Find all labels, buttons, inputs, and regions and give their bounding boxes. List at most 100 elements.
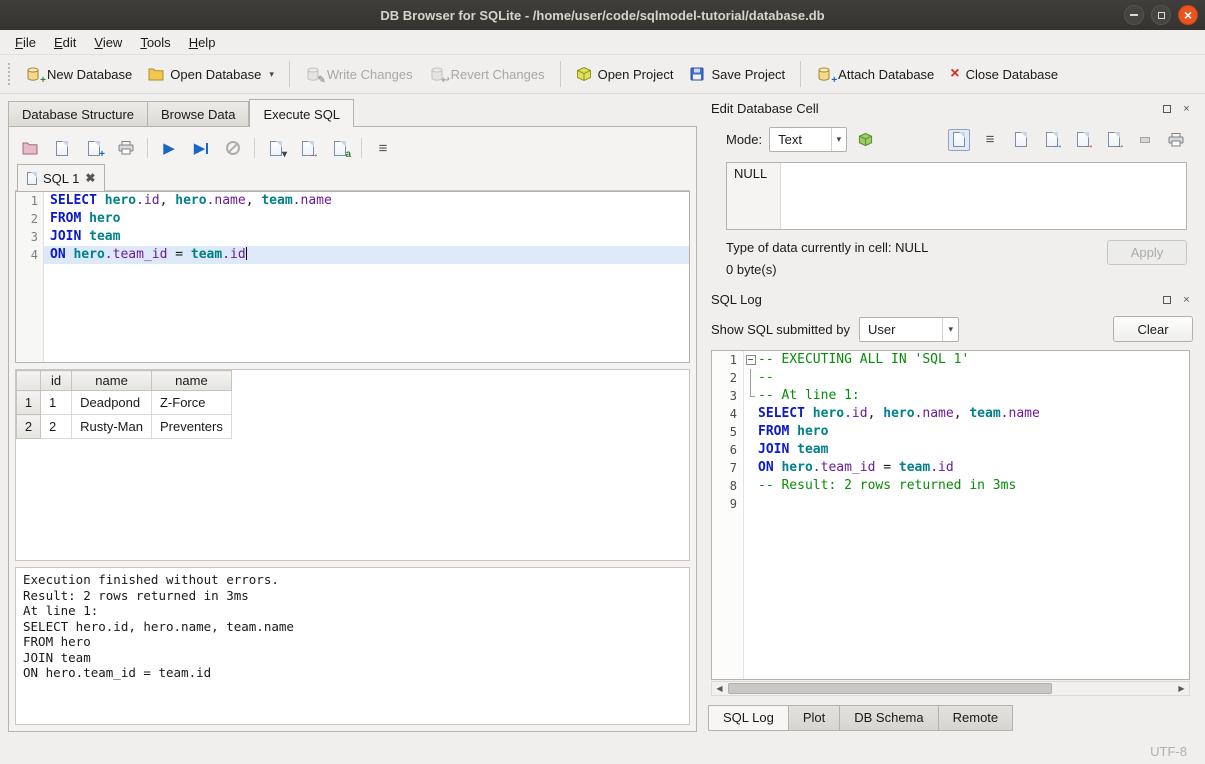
column-header-name2[interactable]: name bbox=[151, 371, 231, 391]
word-wrap-button[interactable]: ≡ bbox=[372, 137, 394, 159]
open-new-tab-icon: ▾ bbox=[270, 141, 282, 156]
chevron-down-icon: ▾ bbox=[831, 128, 847, 151]
encoding-indicator[interactable]: UTF-8 bbox=[1150, 744, 1187, 759]
horizontal-scrollbar[interactable]: ◀ ▶ bbox=[711, 681, 1190, 696]
row-header[interactable]: 1 bbox=[17, 391, 41, 415]
column-header-name[interactable]: name bbox=[72, 371, 152, 391]
save-project-button[interactable]: Save Project bbox=[682, 62, 792, 86]
cell[interactable]: 2 bbox=[41, 415, 72, 439]
new-database-button[interactable]: + New Database bbox=[18, 62, 139, 86]
open-project-button[interactable]: Open Project bbox=[569, 62, 681, 86]
tab-execute-sql[interactable]: Execute SQL bbox=[249, 99, 354, 127]
titlebar[interactable]: DB Browser for SQLite - /home/user/code/… bbox=[0, 0, 1205, 30]
tab-plot[interactable]: Plot bbox=[789, 705, 840, 731]
main-tabs: Database Structure Browse Data Execute S… bbox=[8, 98, 697, 126]
tab-database-structure[interactable]: Database Structure bbox=[8, 101, 148, 126]
export-results-button[interactable]: → bbox=[297, 137, 319, 159]
open-database-button[interactable]: Open Database ▾ bbox=[141, 63, 281, 86]
tab-sql-log[interactable]: SQL Log bbox=[708, 705, 789, 731]
toolbar-separator bbox=[560, 61, 561, 87]
corner-header bbox=[17, 371, 41, 391]
cell[interactable]: 1 bbox=[41, 391, 72, 415]
execution-message[interactable]: Execution finished without errors. Resul… bbox=[15, 567, 690, 725]
scroll-right-icon[interactable]: ▶ bbox=[1174, 682, 1189, 695]
save-project-icon bbox=[689, 66, 705, 82]
export-cell-button[interactable]: → bbox=[1103, 129, 1125, 151]
menu-edit[interactable]: Edit bbox=[45, 33, 85, 52]
import-cell-button[interactable]: → bbox=[1072, 129, 1094, 151]
log-line: ON hero.team_id = team.id bbox=[744, 459, 1189, 477]
save-results-button[interactable]: a bbox=[329, 137, 351, 159]
open-file-cell-button[interactable] bbox=[1010, 129, 1032, 151]
word-wrap-cell-button[interactable]: ≡ bbox=[979, 129, 1001, 151]
sql-tab[interactable]: SQL 1 ✖ bbox=[17, 164, 105, 191]
cell[interactable]: Preventers bbox=[151, 415, 231, 439]
column-header-id[interactable]: id bbox=[41, 371, 72, 391]
toolbar-separator bbox=[800, 61, 801, 87]
sql-log-view[interactable]: 1 2 3 4 5 6 7 8 9 -- EXECUTING ALL IN 'S… bbox=[711, 350, 1190, 680]
scrollbar-thumb[interactable] bbox=[728, 683, 1052, 694]
auto-switch-mode-button[interactable] bbox=[854, 129, 876, 151]
dock-float-button[interactable] bbox=[1159, 292, 1174, 307]
sql-toolbar-separator bbox=[147, 138, 148, 158]
revert-changes-button[interactable]: ↩ Revert Changes bbox=[422, 62, 552, 86]
open-new-tab-button[interactable]: ▾ bbox=[265, 137, 287, 159]
close-tab-icon[interactable]: ✖ bbox=[85, 171, 95, 185]
print-cell-button[interactable] bbox=[1165, 129, 1187, 151]
print-icon bbox=[118, 141, 134, 155]
set-null-button[interactable] bbox=[1134, 129, 1156, 151]
right-panel: Edit Database Cell × Mode: Text ▾ bbox=[706, 98, 1197, 732]
clear-log-button[interactable]: Clear bbox=[1113, 316, 1193, 342]
code-line-current: ON hero.team_id = team.id bbox=[44, 246, 689, 264]
fold-marker-icon[interactable] bbox=[744, 351, 758, 369]
save-sql-file-button[interactable] bbox=[51, 137, 73, 159]
log-code-area: -- EXECUTING ALL IN 'SQL 1' -- -- At lin… bbox=[744, 351, 1189, 679]
text-view-button[interactable] bbox=[948, 129, 970, 151]
pencil-icon: ✎ bbox=[318, 76, 326, 86]
cell[interactable]: Rusty-Man bbox=[72, 415, 152, 439]
edit-cell-dock-header: Edit Database Cell × bbox=[706, 98, 1197, 119]
menu-tools[interactable]: Tools bbox=[131, 33, 179, 52]
row-header[interactable]: 2 bbox=[17, 415, 41, 439]
cell[interactable]: Deadpond bbox=[72, 391, 152, 415]
execute-all-button[interactable]: ▶ bbox=[158, 137, 180, 159]
minimize-button[interactable] bbox=[1124, 5, 1144, 25]
attach-database-button[interactable]: + Attach Database bbox=[809, 62, 941, 86]
chevron-down-icon: ▾ bbox=[942, 318, 958, 341]
maximize-button[interactable] bbox=[1151, 5, 1171, 25]
save-sql-as-button[interactable]: + bbox=[83, 137, 105, 159]
save-cell-button[interactable]: → bbox=[1041, 129, 1063, 151]
menubar: File Edit View Tools Help bbox=[0, 30, 1205, 54]
scroll-left-icon[interactable]: ◀ bbox=[712, 682, 727, 695]
apply-button[interactable]: Apply bbox=[1107, 240, 1187, 265]
execute-current-line-button[interactable]: ▶ bbox=[190, 137, 212, 159]
menu-file[interactable]: File bbox=[6, 33, 45, 52]
app-window: DB Browser for SQLite - /home/user/code/… bbox=[0, 0, 1205, 764]
close-button[interactable]: × bbox=[1178, 5, 1198, 25]
save-results-icon: a bbox=[334, 141, 346, 156]
sql-editor[interactable]: 1 2 3 4 SELECT hero.id, hero.name, team.… bbox=[15, 191, 690, 363]
stop-execution-button[interactable] bbox=[222, 137, 244, 159]
print-sql-button[interactable] bbox=[115, 137, 137, 159]
open-database-dropdown-icon[interactable]: ▾ bbox=[269, 69, 274, 80]
menu-help[interactable]: Help bbox=[180, 33, 225, 52]
open-sql-file-button[interactable] bbox=[19, 137, 41, 159]
dock-close-button[interactable]: × bbox=[1179, 101, 1194, 116]
tab-db-schema[interactable]: DB Schema bbox=[840, 705, 938, 731]
cell[interactable]: Z-Force bbox=[151, 391, 231, 415]
edit-cell-title: Edit Database Cell bbox=[711, 101, 819, 116]
line-number: 4 bbox=[16, 246, 38, 264]
log-line: -- EXECUTING ALL IN 'SQL 1' bbox=[744, 351, 1189, 369]
tab-browse-data[interactable]: Browse Data bbox=[148, 101, 249, 126]
log-filter-combobox[interactable]: User ▾ bbox=[859, 317, 959, 342]
toolbar-grip[interactable] bbox=[6, 63, 13, 85]
import-icon: → bbox=[1077, 132, 1089, 147]
cell-value-editor[interactable]: NULL bbox=[726, 162, 1187, 230]
tab-remote[interactable]: Remote bbox=[939, 705, 1014, 731]
dock-float-button[interactable] bbox=[1159, 101, 1174, 116]
close-database-button[interactable]: × Close Database bbox=[943, 63, 1065, 86]
dock-close-button[interactable]: × bbox=[1179, 292, 1194, 307]
menu-view[interactable]: View bbox=[85, 33, 131, 52]
mode-combobox[interactable]: Text ▾ bbox=[769, 127, 847, 152]
write-changes-button[interactable]: ✎ Write Changes bbox=[298, 62, 420, 86]
